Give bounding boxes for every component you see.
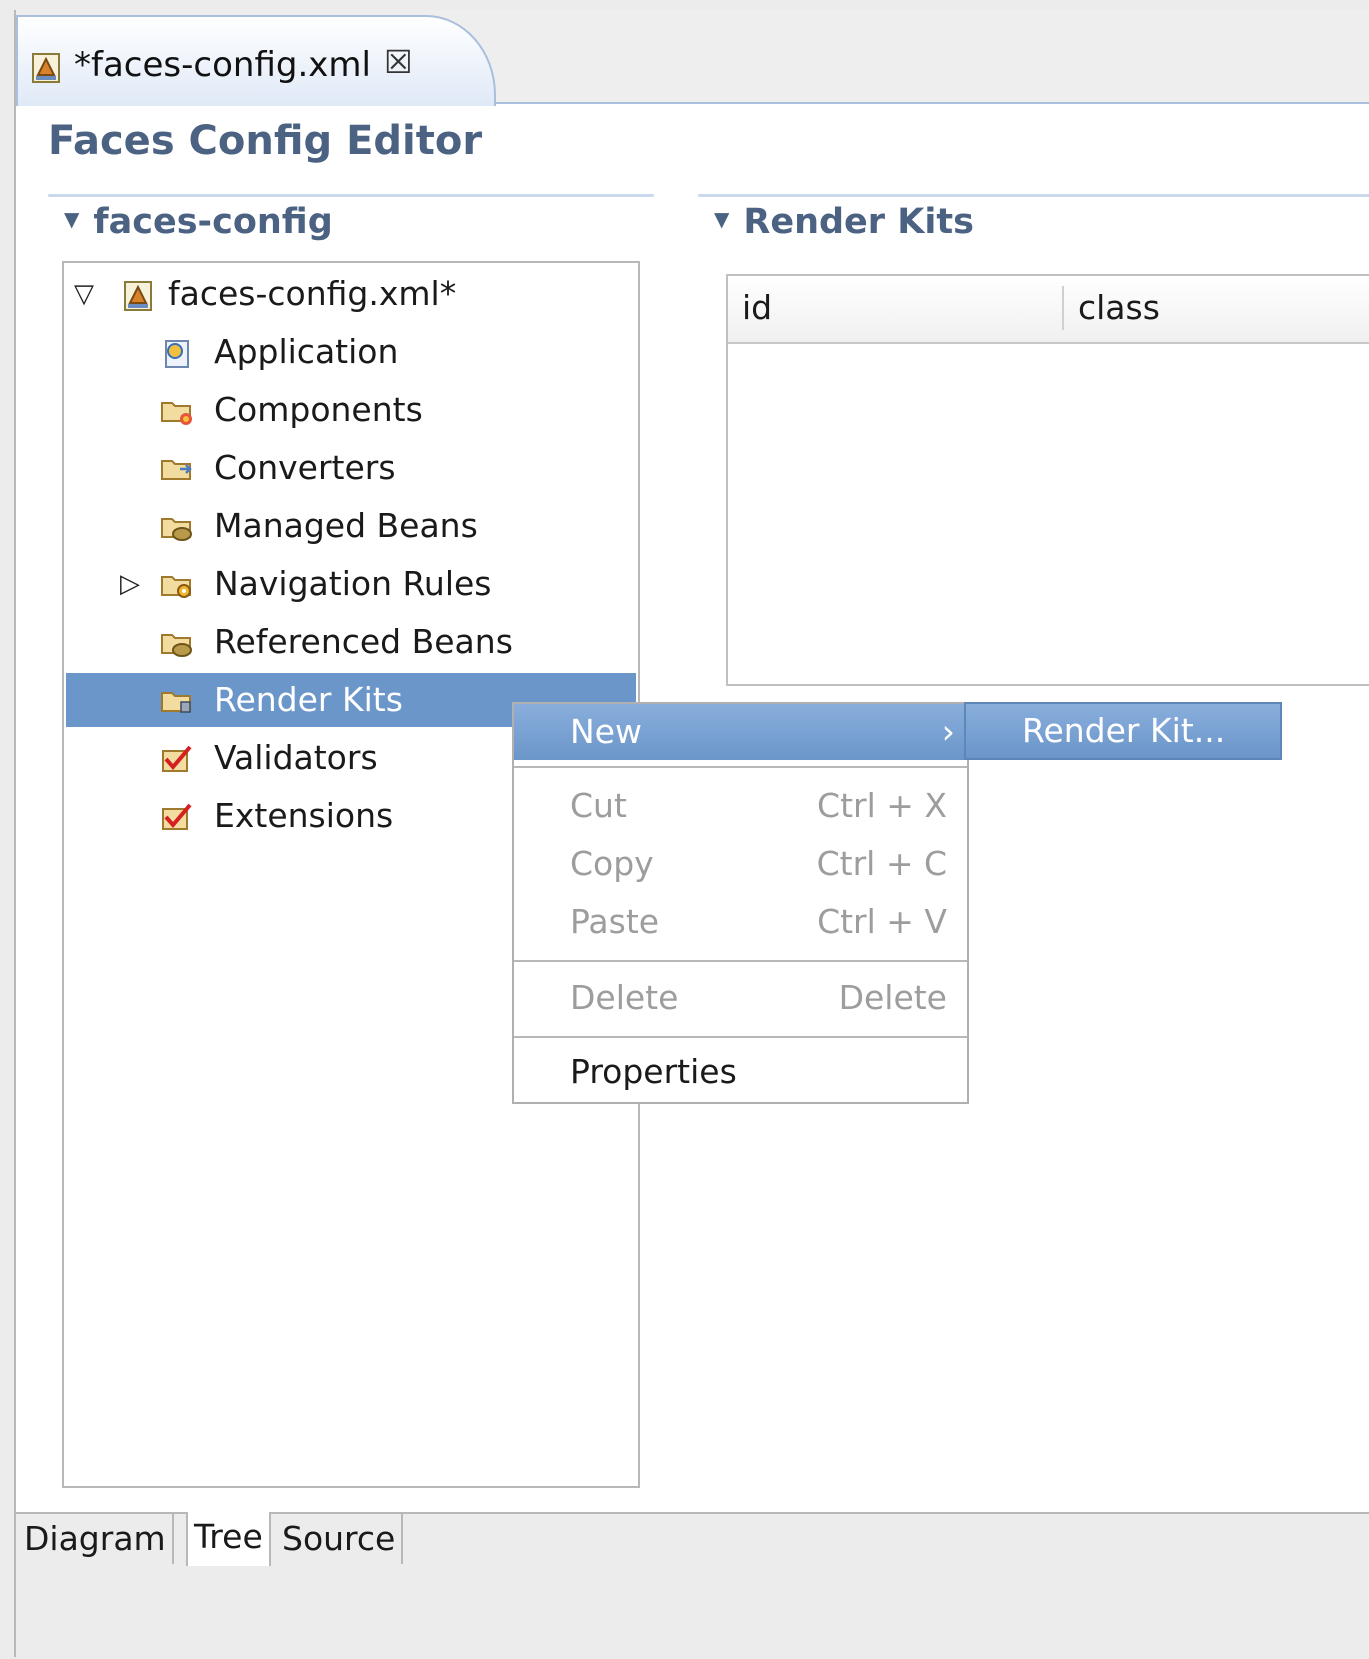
tree-item-application[interactable]: Application <box>64 325 638 379</box>
chevron-right-icon: › <box>941 712 955 751</box>
render-kits-table[interactable]: id class <box>726 274 1369 686</box>
tree-item-label: Managed Beans <box>214 506 478 545</box>
managed-beans-folder-icon <box>161 518 192 541</box>
render-kits-section-title: Render Kits <box>743 202 974 242</box>
column-header-id[interactable]: id <box>742 288 772 327</box>
context-menu: New › Cut Ctrl + X Copy Ctrl + C Paste C… <box>512 702 969 1104</box>
referenced-beans-folder-icon <box>161 634 192 657</box>
editor-tab-label: *faces-config.xml <box>74 45 371 85</box>
close-icon[interactable]: ☒ <box>384 43 413 81</box>
menu-separator <box>514 960 967 962</box>
tree-item-managed-beans[interactable]: Managed Beans <box>64 499 638 553</box>
menu-item-shortcut: Delete <box>838 978 947 1017</box>
submenu-item-render-kit[interactable]: Render Kit... <box>964 702 1282 760</box>
column-separator[interactable] <box>1062 286 1064 330</box>
tab-source[interactable]: Source <box>276 1514 404 1564</box>
column-header-class[interactable]: class <box>1078 288 1160 327</box>
editor-tab[interactable]: *faces-config.xml ☒ <box>16 15 496 106</box>
menu-item-paste[interactable]: Paste Ctrl + V <box>514 894 967 950</box>
tab-tree[interactable]: Tree <box>186 1512 271 1566</box>
section-divider <box>48 194 654 197</box>
menu-separator <box>514 1036 967 1038</box>
expanded-triangle-icon[interactable]: ▽ <box>74 267 94 321</box>
tree-item-navigation-rules[interactable]: ▷ Navigation Rules <box>64 557 638 611</box>
menu-item-label: Properties <box>570 1052 737 1091</box>
menu-separator <box>514 766 967 768</box>
tree-item-label: Components <box>214 390 423 429</box>
editor-window: *faces-config.xml ☒ Faces Config Editor … <box>14 10 1369 1659</box>
render-kits-folder-icon <box>161 692 191 713</box>
extensions-check-icon <box>162 803 192 830</box>
tree-item-label: Render Kits <box>214 680 403 719</box>
tree-item-label: Extensions <box>214 796 394 835</box>
collapse-arrow-icon: ▼ <box>64 207 80 231</box>
section-divider <box>698 194 1369 197</box>
editor-tab-strip: *faces-config.xml ☒ <box>16 10 1369 106</box>
table-header: id class <box>728 276 1369 344</box>
navigation-rules-folder-icon <box>161 576 191 598</box>
collapse-arrow-icon: ▼ <box>714 207 730 231</box>
menu-item-new[interactable]: New › <box>514 704 967 760</box>
collapsed-triangle-icon[interactable]: ▷ <box>120 557 140 611</box>
menu-item-properties[interactable]: Properties <box>514 1044 967 1100</box>
menu-item-copy[interactable]: Copy Ctrl + C <box>514 836 967 892</box>
menu-item-shortcut: Ctrl + X <box>817 786 947 825</box>
menu-item-label: Copy <box>570 844 654 883</box>
components-folder-icon <box>161 402 192 425</box>
application-icon <box>165 340 189 368</box>
faces-config-section-header[interactable]: ▼ faces-config <box>64 202 333 242</box>
render-kits-section-header[interactable]: ▼ Render Kits <box>714 202 974 242</box>
tree-root-label: faces-config.xml* <box>168 274 457 313</box>
tab-diagram[interactable]: Diagram <box>18 1514 174 1564</box>
tree-item-referenced-beans[interactable]: Referenced Beans <box>64 615 638 669</box>
submenu-item-label: Render Kit... <box>1022 711 1226 750</box>
tree-item-label: Referenced Beans <box>214 622 513 661</box>
tree-item-label: Validators <box>214 738 378 777</box>
tree-item-label: Navigation Rules <box>214 564 492 603</box>
menu-item-shortcut: Ctrl + V <box>817 902 947 941</box>
menu-item-shortcut: Ctrl + C <box>816 844 947 883</box>
tree-item-components[interactable]: Components <box>64 383 638 437</box>
menu-item-label: Cut <box>570 786 627 825</box>
faces-config-section-title: faces-config <box>93 202 333 242</box>
menu-item-delete[interactable]: Delete Delete <box>514 970 967 1026</box>
tree-root-row[interactable]: ▽ faces-config.xml* <box>72 267 632 321</box>
page-title: Faces Config Editor <box>48 118 483 164</box>
tree-item-label: Application <box>214 332 399 371</box>
tree-item-label: Converters <box>214 448 396 487</box>
faces-file-icon <box>32 53 60 83</box>
validators-check-icon <box>162 745 192 772</box>
menu-item-label: New <box>570 712 642 751</box>
faces-file-icon <box>124 281 152 311</box>
menu-item-cut[interactable]: Cut Ctrl + X <box>514 778 967 834</box>
tree-item-converters[interactable]: Converters <box>64 441 638 495</box>
menu-item-label: Paste <box>570 902 660 941</box>
editor-page-tabs: Diagram Tree Source <box>16 1512 1369 1659</box>
converters-folder-icon <box>161 460 192 480</box>
menu-item-label: Delete <box>570 978 679 1017</box>
